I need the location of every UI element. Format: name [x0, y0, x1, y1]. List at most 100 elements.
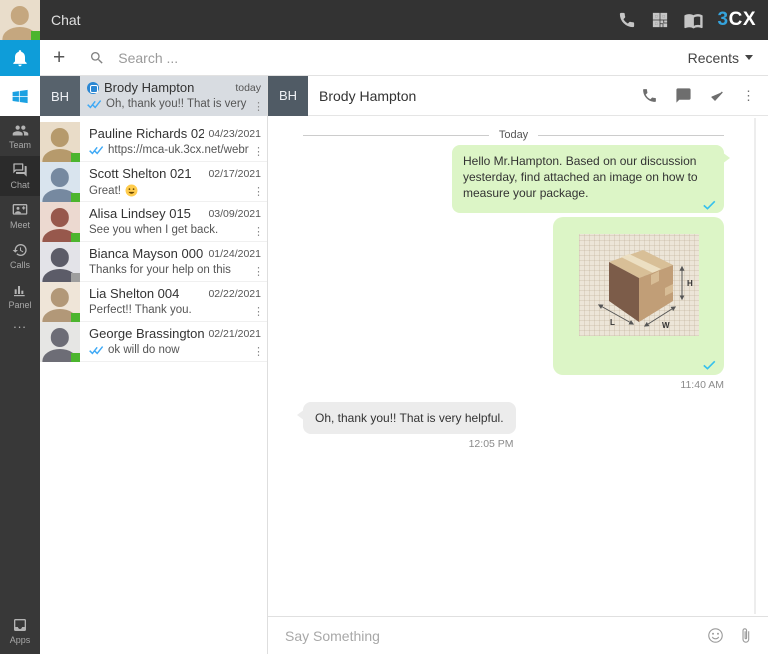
kebab-icon[interactable]: ⋮ — [253, 267, 264, 278]
message-timestamp: 11:40 AM — [680, 379, 724, 391]
message-text: Oh, thank you!! That is very helpful. — [315, 411, 504, 425]
sidebar-item-chat[interactable]: Chat — [0, 156, 40, 196]
conversation-panel: BH Brody Hampton ⋮ Today Hello Mr.Hampto… — [268, 76, 768, 654]
3cx-logo: 3CX — [718, 9, 756, 31]
sidebar-item-meet[interactable]: Meet — [0, 196, 40, 236]
team-icon — [12, 123, 29, 138]
call-history-icon — [12, 242, 28, 258]
chat-list-item[interactable]: Alisa Lindsey 015 03/09/2021 See you whe… — [40, 202, 267, 242]
delivered-check-icon — [703, 360, 716, 370]
sidebar-item-team[interactable]: Team — [0, 116, 40, 156]
contacts-book-icon[interactable] — [684, 11, 703, 30]
chat-date: today — [235, 82, 261, 94]
presence-indicator — [71, 313, 80, 322]
call-icon[interactable] — [641, 87, 658, 104]
sidebar-item-calls[interactable]: Calls — [0, 236, 40, 276]
message-preview: See you when I get back. — [89, 224, 249, 236]
meet-icon — [12, 202, 28, 218]
recents-filter-dropdown[interactable]: Recents — [688, 50, 753, 66]
panel-icon — [12, 282, 28, 298]
message-input[interactable] — [268, 628, 707, 644]
tick-icon[interactable] — [709, 88, 725, 104]
chat-list-item[interactable]: George Brassington 002 02/21/2021 ok wil… — [40, 322, 267, 362]
conversation-header: BH Brody Hampton ⋮ — [268, 76, 768, 116]
chat-list-item[interactable]: Pauline Richards 027 04/23/2021 https://… — [40, 122, 267, 162]
search-icon — [89, 50, 105, 66]
chat-list-item[interactable]: Bianca Mayson 000 01/24/2021 Thanks for … — [40, 242, 267, 282]
contact-name: Brody Hampton — [104, 80, 231, 95]
smiley-emoji — [125, 184, 138, 197]
sidebar-item-apps[interactable]: Apps — [0, 612, 40, 652]
message-composer — [268, 616, 768, 654]
chat-date: 02/17/2021 — [208, 168, 261, 180]
kebab-icon[interactable]: ⋮ — [253, 307, 264, 318]
dim-label-h: H — [687, 279, 693, 288]
bell-icon — [10, 48, 30, 68]
message-preview: Thanks for your help on this — [89, 264, 249, 276]
sidebar-label-meet: Meet — [10, 220, 30, 230]
message-preview: Great! — [89, 185, 121, 197]
delivered-check-icon — [703, 200, 716, 210]
message-text: Hello Mr.Hampton. Based on our discussio… — [463, 154, 698, 200]
package-measurement-image: H L W — [579, 234, 699, 336]
apps-icon — [12, 619, 28, 633]
incoming-message: Oh, thank you!! That is very helpful. 12… — [303, 402, 516, 450]
day-divider-label: Today — [499, 129, 528, 141]
kebab-icon[interactable]: ⋮ — [742, 88, 755, 104]
qr-code-icon[interactable] — [651, 11, 669, 29]
chat-icon — [12, 162, 28, 178]
sidebar-more-button[interactable]: ... — [0, 316, 40, 342]
windows-logo-icon — [11, 87, 30, 106]
chat-list-item[interactable]: Lia Shelton 004 02/22/2021 Perfect!! Tha… — [40, 282, 267, 322]
chat-date: 04/23/2021 — [208, 128, 261, 140]
avatar — [40, 122, 80, 162]
chat-bubble-icon[interactable] — [675, 87, 692, 104]
read-receipt-icon — [89, 145, 104, 155]
page-title: Chat — [51, 12, 81, 28]
peer-name: Brody Hampton — [319, 88, 416, 104]
kebab-icon[interactable]: ⋮ — [253, 102, 264, 113]
recents-label: Recents — [688, 50, 739, 66]
chat-list-item[interactable]: Scott Shelton 021 02/17/2021 Great! ⋮ — [40, 162, 267, 202]
emoji-icon[interactable] — [707, 627, 724, 644]
image-attachment[interactable]: H L W — [553, 217, 724, 375]
presence-indicator — [71, 193, 80, 202]
scrollbar[interactable] — [754, 118, 756, 614]
kebab-icon[interactable]: ⋮ — [253, 147, 264, 158]
chat-list-item-selected[interactable]: BH Brody Hampton today Oh, thank you!! T… — [40, 76, 267, 116]
contact-name: Scott Shelton 021 — [89, 166, 204, 181]
sidebar-item-panel[interactable]: Panel — [0, 276, 40, 316]
left-nav-rail: Team Chat Meet Calls Panel ... Apps — [0, 76, 40, 654]
avatar — [40, 282, 80, 322]
add-chat-button[interactable]: + — [53, 47, 65, 68]
search-toolbar: + Recents — [40, 40, 768, 76]
chat-list: BH Brody Hampton today Oh, thank you!! T… — [40, 76, 268, 654]
presence-indicator — [71, 353, 80, 362]
windows-tile[interactable] — [0, 76, 40, 116]
contact-name: Bianca Mayson 000 — [89, 246, 204, 261]
kebab-icon[interactable]: ⋮ — [253, 187, 264, 198]
chevron-down-icon — [745, 55, 753, 60]
user-avatar[interactable] — [0, 0, 40, 40]
kebab-icon[interactable]: ⋮ — [253, 347, 264, 358]
notifications-tile[interactable] — [0, 40, 40, 76]
presence-indicator — [71, 233, 80, 242]
presence-indicator — [71, 153, 80, 162]
message-preview: ok will do now — [108, 344, 249, 356]
avatar — [40, 242, 80, 282]
day-divider: Today — [303, 129, 724, 141]
search-input[interactable] — [118, 50, 687, 66]
paperclip-icon[interactable] — [737, 627, 754, 644]
avatar-initials: BH — [40, 76, 80, 116]
message-timestamp: 12:05 PM — [303, 438, 514, 450]
sidebar-label-team: Team — [9, 140, 31, 150]
avatar — [40, 322, 80, 362]
kebab-icon[interactable]: ⋮ — [253, 227, 264, 238]
top-bar: Chat 3CX — [0, 0, 768, 40]
phone-icon[interactable] — [618, 11, 636, 29]
message-preview: https://mca-uk.3cx.net/webrtc/op ... — [108, 144, 249, 156]
message-preview: Oh, thank you!! That is very help ... — [106, 98, 249, 110]
contact-name: Lia Shelton 004 — [89, 286, 204, 301]
outgoing-image-message: H L W 11:40 AM — [303, 213, 724, 391]
chat-date: 03/09/2021 — [208, 208, 261, 220]
